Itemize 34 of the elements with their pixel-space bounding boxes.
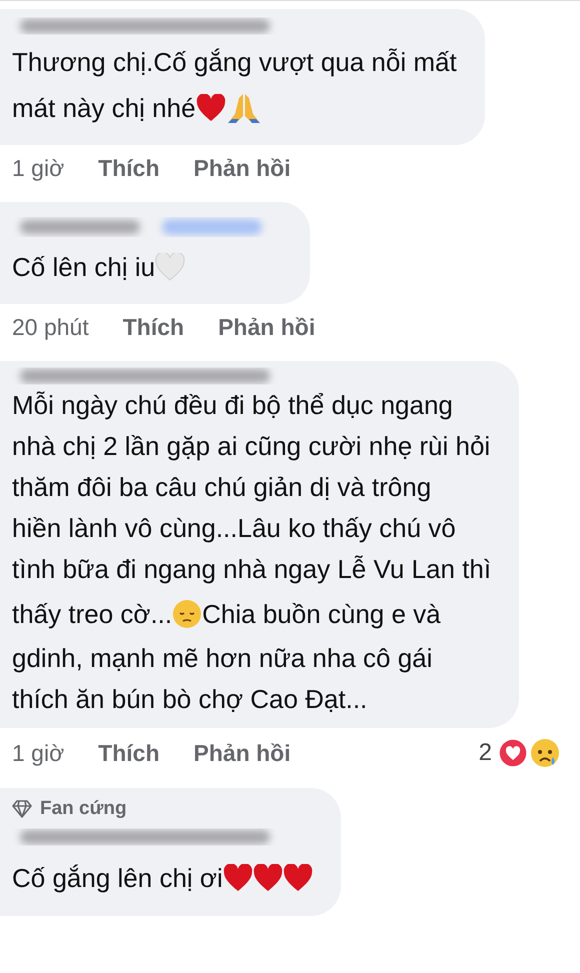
heart-icon: [196, 94, 226, 122]
comment-time: 1 giờ: [12, 155, 64, 182]
comment-text: gdinh, mạnh mẽ hơn nữa nha cô gái: [12, 643, 432, 674]
badge-label: Fan cứng: [40, 798, 127, 820]
comment-time: 1 giờ: [12, 740, 64, 766]
heart-icon: [222, 864, 253, 892]
comment-text: thấy treo cờ...: [12, 598, 172, 630]
like-link[interactable]: Thích: [122, 314, 184, 341]
comment-text: thăm đôi ba câu chú giản dị và trông: [12, 472, 432, 503]
comment-text: Cố lên chị iu: [12, 252, 156, 282]
comment-text: tình bữa đi ngang nhà ngay Lễ Vu Lan thì: [12, 554, 492, 585]
reply-link[interactable]: Phản hồi: [194, 155, 291, 182]
comment-text: thích ăn bún bò chợ Cao Đạt...: [12, 684, 368, 715]
comment-text: hiền lành vô cùng...Lâu ko thấy chú vô: [12, 513, 456, 544]
diamond-icon: [12, 800, 32, 818]
comment-text: mát này chị nhé: [12, 92, 196, 124]
comment-text: Mỗi ngày chú đều đi bộ thể dục ngang: [12, 390, 453, 421]
crying-face-icon: [530, 738, 560, 768]
comment-text: nhà chị 2 lần gặp ai cũng cười nhẹ rùi hỏi: [12, 431, 490, 462]
like-link[interactable]: Thích: [98, 155, 160, 182]
heart-icon: [282, 864, 313, 892]
like-link[interactable]: Thích: [98, 740, 160, 766]
comment-text: Thương chị.Cố gắng vượt qua nỗi mất: [12, 46, 457, 78]
heart-icon: [252, 864, 283, 892]
comment-text: Cố gắng lên chị ơi: [12, 862, 223, 894]
reply-link[interactable]: Phản hồi: [218, 314, 316, 341]
reaction-count: 2: [478, 739, 492, 767]
heart-icon: [155, 253, 186, 281]
praying-hands-icon: [226, 92, 262, 124]
comment-time: 20 phút: [12, 314, 89, 341]
heart-reaction-icon: [498, 738, 528, 768]
comment-text: Chia buồn cùng e và: [202, 598, 441, 630]
reply-link[interactable]: Phản hồi: [194, 740, 291, 766]
sad-face-icon: [172, 599, 202, 629]
